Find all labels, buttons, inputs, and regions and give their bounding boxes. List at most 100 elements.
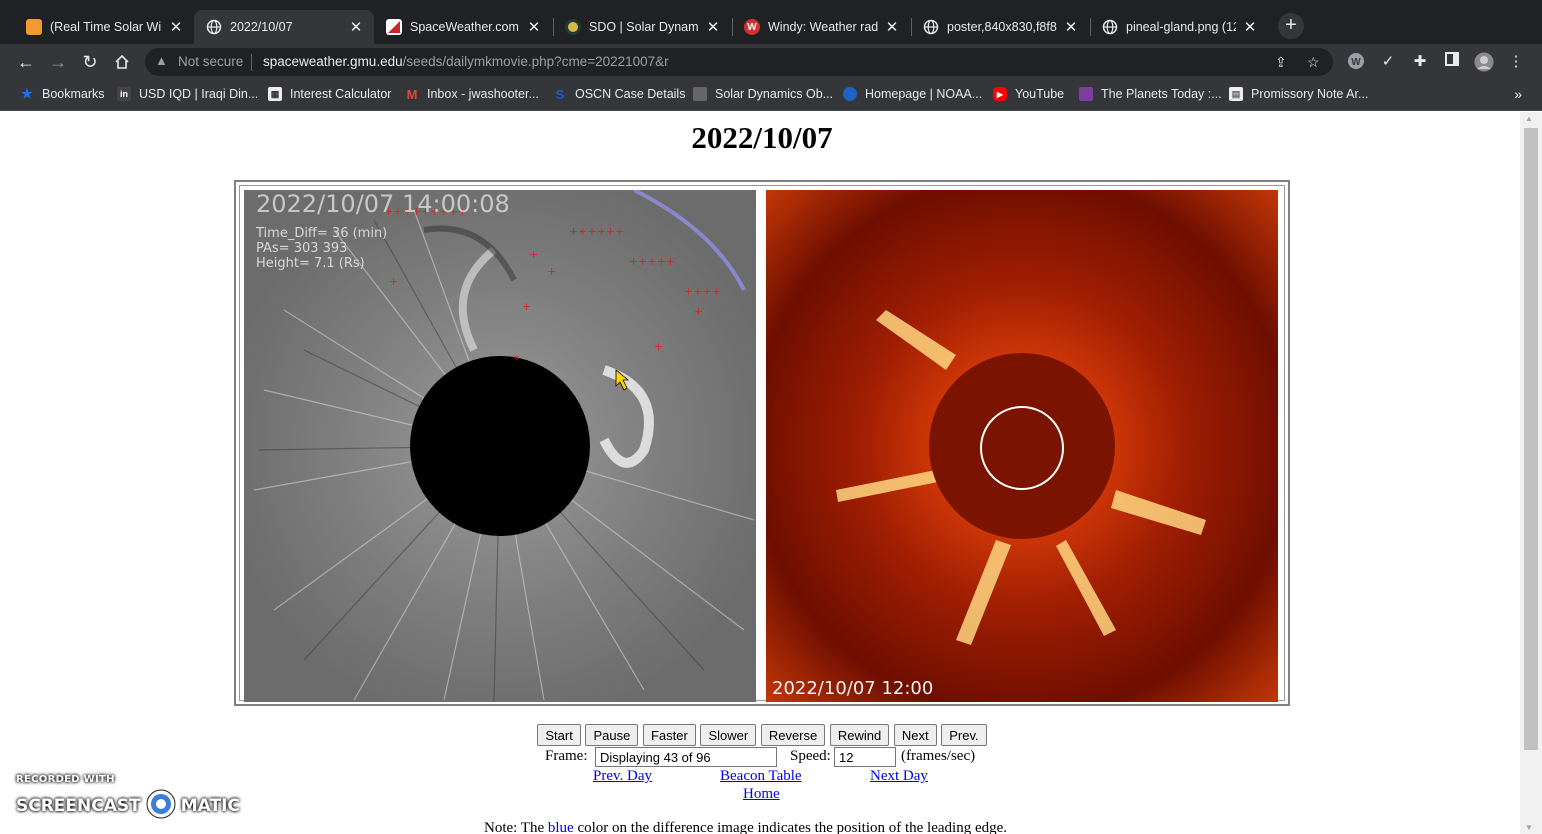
svg-text:+: +	[654, 340, 663, 353]
scroll-up-icon[interactable]: ▲	[1525, 114, 1533, 123]
bookmark-noaa[interactable]: Homepage | NOAA...	[843, 87, 982, 101]
watermark-screencast: SCREENCAST	[16, 796, 141, 816]
forward-button[interactable]: →	[46, 50, 70, 74]
bookmark-star-icon[interactable]: ☆	[1307, 54, 1320, 71]
bookmark-solar-dynamics[interactable]: Solar Dynamics Ob...	[693, 87, 833, 101]
lasco-difference-image: +++++++++ ++++++ +++++ ++++ + + + + + + …	[244, 190, 756, 702]
frame-field[interactable]	[595, 747, 777, 767]
url-path: /seeds/dailymkmovie.php?cme=20221007&r	[402, 54, 669, 69]
page-title: 2022/10/07	[691, 120, 833, 155]
slower-button[interactable]: Slower	[700, 724, 757, 746]
prev-day-link[interactable]: Prev. Day	[593, 768, 652, 785]
bookmark-planets-today[interactable]: The Planets Today :...	[1079, 87, 1222, 101]
reload-button[interactable]: ↻	[78, 50, 102, 74]
globe-icon	[923, 19, 939, 35]
bookmark-bookmarks[interactable]: ★ Bookmarks	[20, 86, 105, 101]
oscn-icon: S	[555, 86, 565, 102]
reverse-button[interactable]: Reverse	[760, 724, 826, 746]
close-icon[interactable]: ✕	[1063, 18, 1079, 36]
screencast-logo-icon	[145, 788, 177, 824]
tab-spaceweather[interactable]: SpaceWeather.com - ✕	[374, 10, 552, 44]
youtube-icon: ▶	[993, 87, 1007, 101]
inv-icon: in	[117, 87, 131, 101]
bookmark-oscn[interactable]: S OSCN Case Details	[553, 86, 686, 102]
new-tab-button[interactable]: +	[1278, 13, 1304, 39]
speed-field[interactable]	[834, 747, 896, 767]
next-day-link[interactable]: Next Day	[870, 768, 928, 785]
next-button[interactable]: Next	[893, 724, 937, 746]
c2-image-graphic	[766, 190, 1278, 702]
lasco-c2-image: 2022/10/07 12:00	[766, 190, 1278, 702]
tab-title: 2022/10/07	[230, 20, 293, 34]
scrollbar-thumb[interactable]	[1524, 128, 1538, 750]
address-bar[interactable]: ▲ Not secure spaceweather.gmu.edu/seeds/…	[145, 48, 1333, 76]
calculator-icon: ▦	[268, 87, 282, 101]
tab-title: Windy: Weather radar	[768, 20, 878, 34]
share-icon[interactable]: ⇪	[1275, 54, 1287, 71]
bookmark-label: Promissory Note Ar...	[1251, 87, 1369, 101]
close-icon[interactable]: ✕	[1242, 18, 1258, 36]
prev-button[interactable]: Prev.	[941, 724, 987, 746]
svg-text:+: +	[547, 265, 556, 278]
close-icon[interactable]: ✕	[526, 18, 542, 36]
bookmark-usd-iqd[interactable]: in USD IQD | Iraqi Din...	[117, 87, 258, 101]
bookmark-promissory-note[interactable]: ▤ Promissory Note Ar...	[1229, 87, 1368, 101]
movie-frame: +++++++++ ++++++ +++++ ++++ + + + + + + …	[234, 180, 1290, 706]
url-text[interactable]: spaceweather.gmu.edu/seeds/dailymkmovie.…	[263, 54, 669, 69]
beacon-table-link[interactable]: Beacon Table	[720, 768, 802, 785]
lasco-time-diff: Time_Diff= 36 (min)	[256, 226, 388, 241]
extensions-puzzle-icon[interactable]: ✚	[1410, 52, 1430, 72]
side-panel-icon[interactable]	[1442, 52, 1462, 72]
svg-text:+: +	[529, 248, 538, 261]
home-button[interactable]	[110, 50, 134, 74]
note-suffix: color on the difference image indicates …	[577, 820, 1008, 834]
divider	[251, 54, 252, 71]
tab-sdo[interactable]: SDO | Solar Dynamics ✕	[553, 10, 731, 44]
frame-label: Frame:	[545, 748, 588, 764]
movie-inner-border: +++++++++ ++++++ +++++ ++++ + + + + + + …	[239, 185, 1285, 702]
tab-windy[interactable]: W Windy: Weather radar ✕	[732, 10, 910, 44]
bookmark-label: Bookmarks	[42, 87, 105, 101]
tab-strip: (Real Time Solar Wind ✕ 2022/10/07 ✕ Spa…	[0, 0, 1542, 44]
avatar[interactable]	[1474, 52, 1494, 72]
browser-toolbar: ← → ↻ ▲ Not secure spaceweather.gmu.edu/…	[0, 44, 1542, 80]
faster-button[interactable]: Faster	[642, 724, 696, 746]
extension-w-icon[interactable]: W	[1346, 52, 1366, 72]
close-icon[interactable]: ✕	[348, 18, 364, 36]
close-icon[interactable]: ✕	[884, 18, 900, 36]
note-blue-word: blue	[547, 820, 574, 834]
security-label: Not secure	[178, 54, 244, 69]
scroll-down-icon[interactable]: ▼	[1525, 823, 1533, 832]
sdo-icon	[693, 87, 707, 101]
menu-kebab-icon[interactable]: ⋮	[1506, 52, 1526, 72]
globe-icon	[206, 19, 222, 35]
url-host: spaceweather.gmu.edu	[263, 54, 403, 69]
spaceweather-icon	[386, 19, 402, 35]
movie-controls: Start Pause Faster Slower Reverse Rewind…	[4, 724, 1520, 746]
extension-v-icon[interactable]: ✓	[1378, 52, 1398, 72]
tab-pineal-gland[interactable]: pineal-gland.png (120 ✕	[1090, 10, 1268, 44]
bookmark-label: USD IQD | Iraqi Din...	[139, 87, 259, 101]
warning-icon[interactable]: ▲	[155, 53, 168, 68]
c2-timestamp: 2022/10/07 12:00	[772, 678, 934, 699]
start-button[interactable]: Start	[537, 724, 581, 746]
pause-button[interactable]: Pause	[585, 724, 639, 746]
rewind-button[interactable]: Rewind	[829, 724, 890, 746]
bookmarks-bar: ★ Bookmarks in USD IQD | Iraqi Din... ▦ Int…	[0, 80, 1542, 111]
tab-title: SDO | Solar Dynamics	[589, 20, 699, 34]
bookmark-interest-calculator[interactable]: ▦ Interest Calculator	[268, 87, 391, 101]
lasco-pas: PAs= 303 393	[256, 241, 348, 256]
page-scrollbar[interactable]: ▲ ▼	[1520, 112, 1542, 834]
back-button[interactable]: ←	[14, 50, 38, 74]
noaa-icon	[843, 87, 857, 101]
tab-real-time-solar-wind[interactable]: (Real Time Solar Wind ✕	[14, 10, 194, 44]
more-bookmarks-icon[interactable]: »	[1514, 86, 1522, 102]
bookmark-youtube[interactable]: ▶ YouTube	[993, 87, 1064, 101]
tab-poster[interactable]: poster,840x830,f8f8f8 ✕	[911, 10, 1089, 44]
close-icon[interactable]: ✕	[705, 18, 721, 36]
bookmark-label: Inbox - jwashooter...	[427, 87, 539, 101]
tab-2022-10-07[interactable]: 2022/10/07 ✕	[194, 10, 374, 44]
home-link[interactable]: Home	[743, 786, 780, 803]
bookmark-inbox[interactable]: M Inbox - jwashooter...	[405, 87, 539, 102]
close-icon[interactable]: ✕	[168, 18, 184, 36]
